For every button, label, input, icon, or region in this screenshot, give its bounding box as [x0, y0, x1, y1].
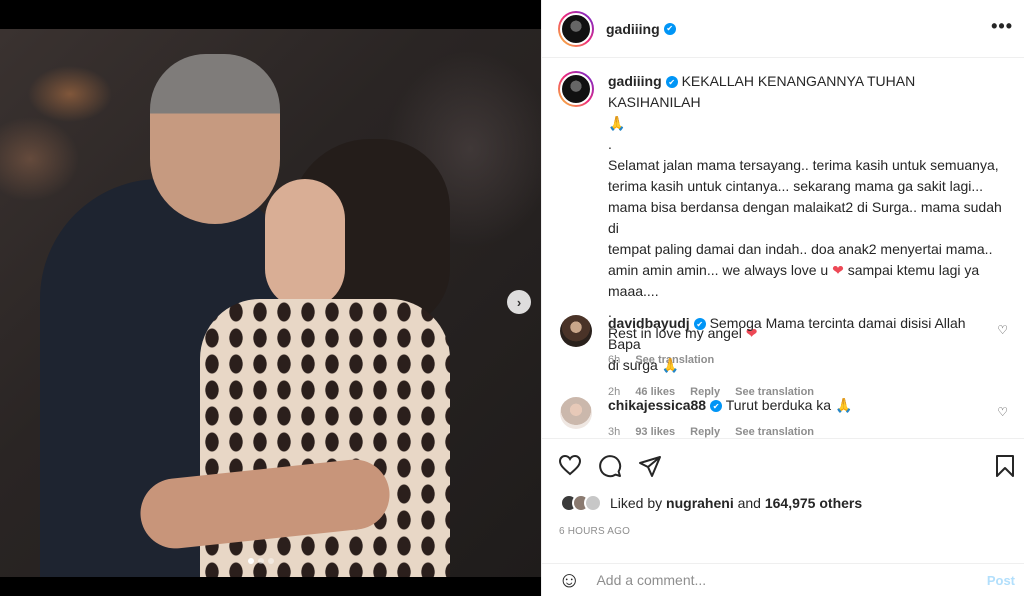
carousel-dot [268, 558, 274, 564]
red-heart-emoji-icon: ❤ [832, 262, 844, 278]
comment-text: Turut berduka ka [725, 397, 832, 413]
add-comment-bar: ☺ Post [542, 563, 1024, 596]
save-bookmark-icon[interactable] [995, 454, 1015, 483]
reply-button[interactable]: Reply [690, 426, 720, 438]
post-photo[interactable] [0, 29, 541, 577]
verified-badge-icon: ✔ [710, 400, 723, 413]
caption-first-line: gadiiing ✔ KEKALLAH KENANGANNYA TUHAN KAS… [608, 71, 1008, 113]
comment-text: di surga [608, 357, 658, 373]
liked-by-user[interactable]: nugraheni [666, 495, 734, 511]
see-translation-link[interactable]: See translation [735, 426, 814, 438]
commenter-username[interactable]: chikajessica88 [608, 397, 706, 413]
verified-badge-icon: ✔ [665, 76, 678, 89]
emoji-picker-icon[interactable]: ☺ [558, 567, 580, 593]
photo-figure-man-head [150, 54, 280, 224]
avatar-image [560, 73, 592, 105]
comment-body: davidbayudj ✔ Semoga Mama tercinta damai … [608, 313, 988, 403]
post-media-panel: › [0, 0, 541, 596]
photo-figure-woman-face [265, 179, 345, 309]
author-avatar[interactable] [558, 10, 594, 47]
comment-body: chikajessica88 ✔ Turut berduka ka 🙏 3h 93… [608, 395, 988, 438]
share-paper-plane-icon[interactable] [638, 454, 662, 483]
caption-line-with-heart: amin amin amin... we always love u ❤ sam… [608, 260, 1008, 281]
post-comment-button[interactable]: Post [987, 573, 1015, 588]
carousel-dots [248, 558, 274, 564]
liker-avatar [584, 494, 602, 512]
liker-avatars [560, 494, 602, 512]
caption-line: maaa.... [608, 283, 659, 299]
post-detail-panel: gadiiing ✔ ••• gadiiing ✔ KEKALLAH KENANG… [541, 0, 1024, 596]
verified-badge-icon: ✔ [693, 318, 706, 331]
liked-by-label: Liked by [610, 495, 663, 511]
add-comment-input[interactable] [596, 572, 967, 588]
author-username[interactable]: gadiiing [606, 21, 660, 37]
comment-item: chikajessica88 ✔ Turut berduka ka 🙏 3h 93… [558, 395, 1008, 438]
pray-emoji-icon: 🙏 [661, 357, 680, 373]
caption-line: terima kasih untuk cintanya... sekarang … [608, 178, 984, 194]
more-options-icon[interactable]: ••• [991, 16, 1013, 37]
carousel-dot [248, 558, 254, 564]
comment-like-heart-icon[interactable]: ♡ [997, 323, 1008, 337]
comments-section[interactable]: gadiiing ✔ KEKALLAH KENANGANNYA TUHAN KAS… [542, 59, 1024, 439]
pray-emoji-icon: 🙏 [834, 397, 853, 413]
commenter-username[interactable]: davidbayudj [608, 315, 690, 331]
commenter-avatar[interactable] [560, 315, 592, 347]
commenter-avatar[interactable] [560, 397, 592, 429]
comment-time[interactable]: 3h [608, 426, 620, 438]
likes-summary[interactable]: Liked by nugraheni and 164,975 others [560, 494, 862, 512]
post-actions-bar [542, 440, 1024, 492]
caption-line: mama bisa berdansa dengan malaikat2 di S… [608, 199, 1002, 236]
likes-count[interactable]: 164,975 others [765, 495, 862, 511]
comment-bubble-icon[interactable] [598, 454, 622, 483]
post-header: gadiiing ✔ ••• [542, 0, 1024, 58]
caption-line: tempat paling damai dan indah.. doa anak… [608, 241, 993, 257]
carousel-dot [258, 558, 264, 564]
comment-meta: 3h 93 likes Reply See translation [608, 422, 988, 438]
like-heart-icon[interactable] [558, 454, 582, 481]
avatar-image [560, 12, 592, 45]
caption-line-part: sampai ktemu lagi ya [847, 262, 980, 278]
likes-and-label: and [737, 495, 761, 511]
caption-dot: . [608, 136, 612, 152]
post-timestamp[interactable]: 6 HOURS AGO [559, 526, 630, 537]
pray-emoji-icon: 🙏 [608, 115, 626, 131]
chevron-right-icon: › [516, 294, 522, 310]
carousel-next-button[interactable]: › [507, 290, 531, 314]
caption-line-part: amin amin amin... we always love u [608, 262, 829, 278]
comment-item: davidbayudj ✔ Semoga Mama tercinta damai … [558, 313, 1008, 403]
caption-author-avatar[interactable] [558, 71, 594, 107]
comment-like-heart-icon[interactable]: ♡ [997, 405, 1008, 419]
caption-username[interactable]: gadiiing [608, 73, 662, 89]
comment-likes[interactable]: 93 likes [635, 426, 675, 438]
verified-badge-icon: ✔ [663, 22, 676, 35]
caption-line: Selamat jalan mama tersayang.. terima ka… [608, 157, 999, 173]
